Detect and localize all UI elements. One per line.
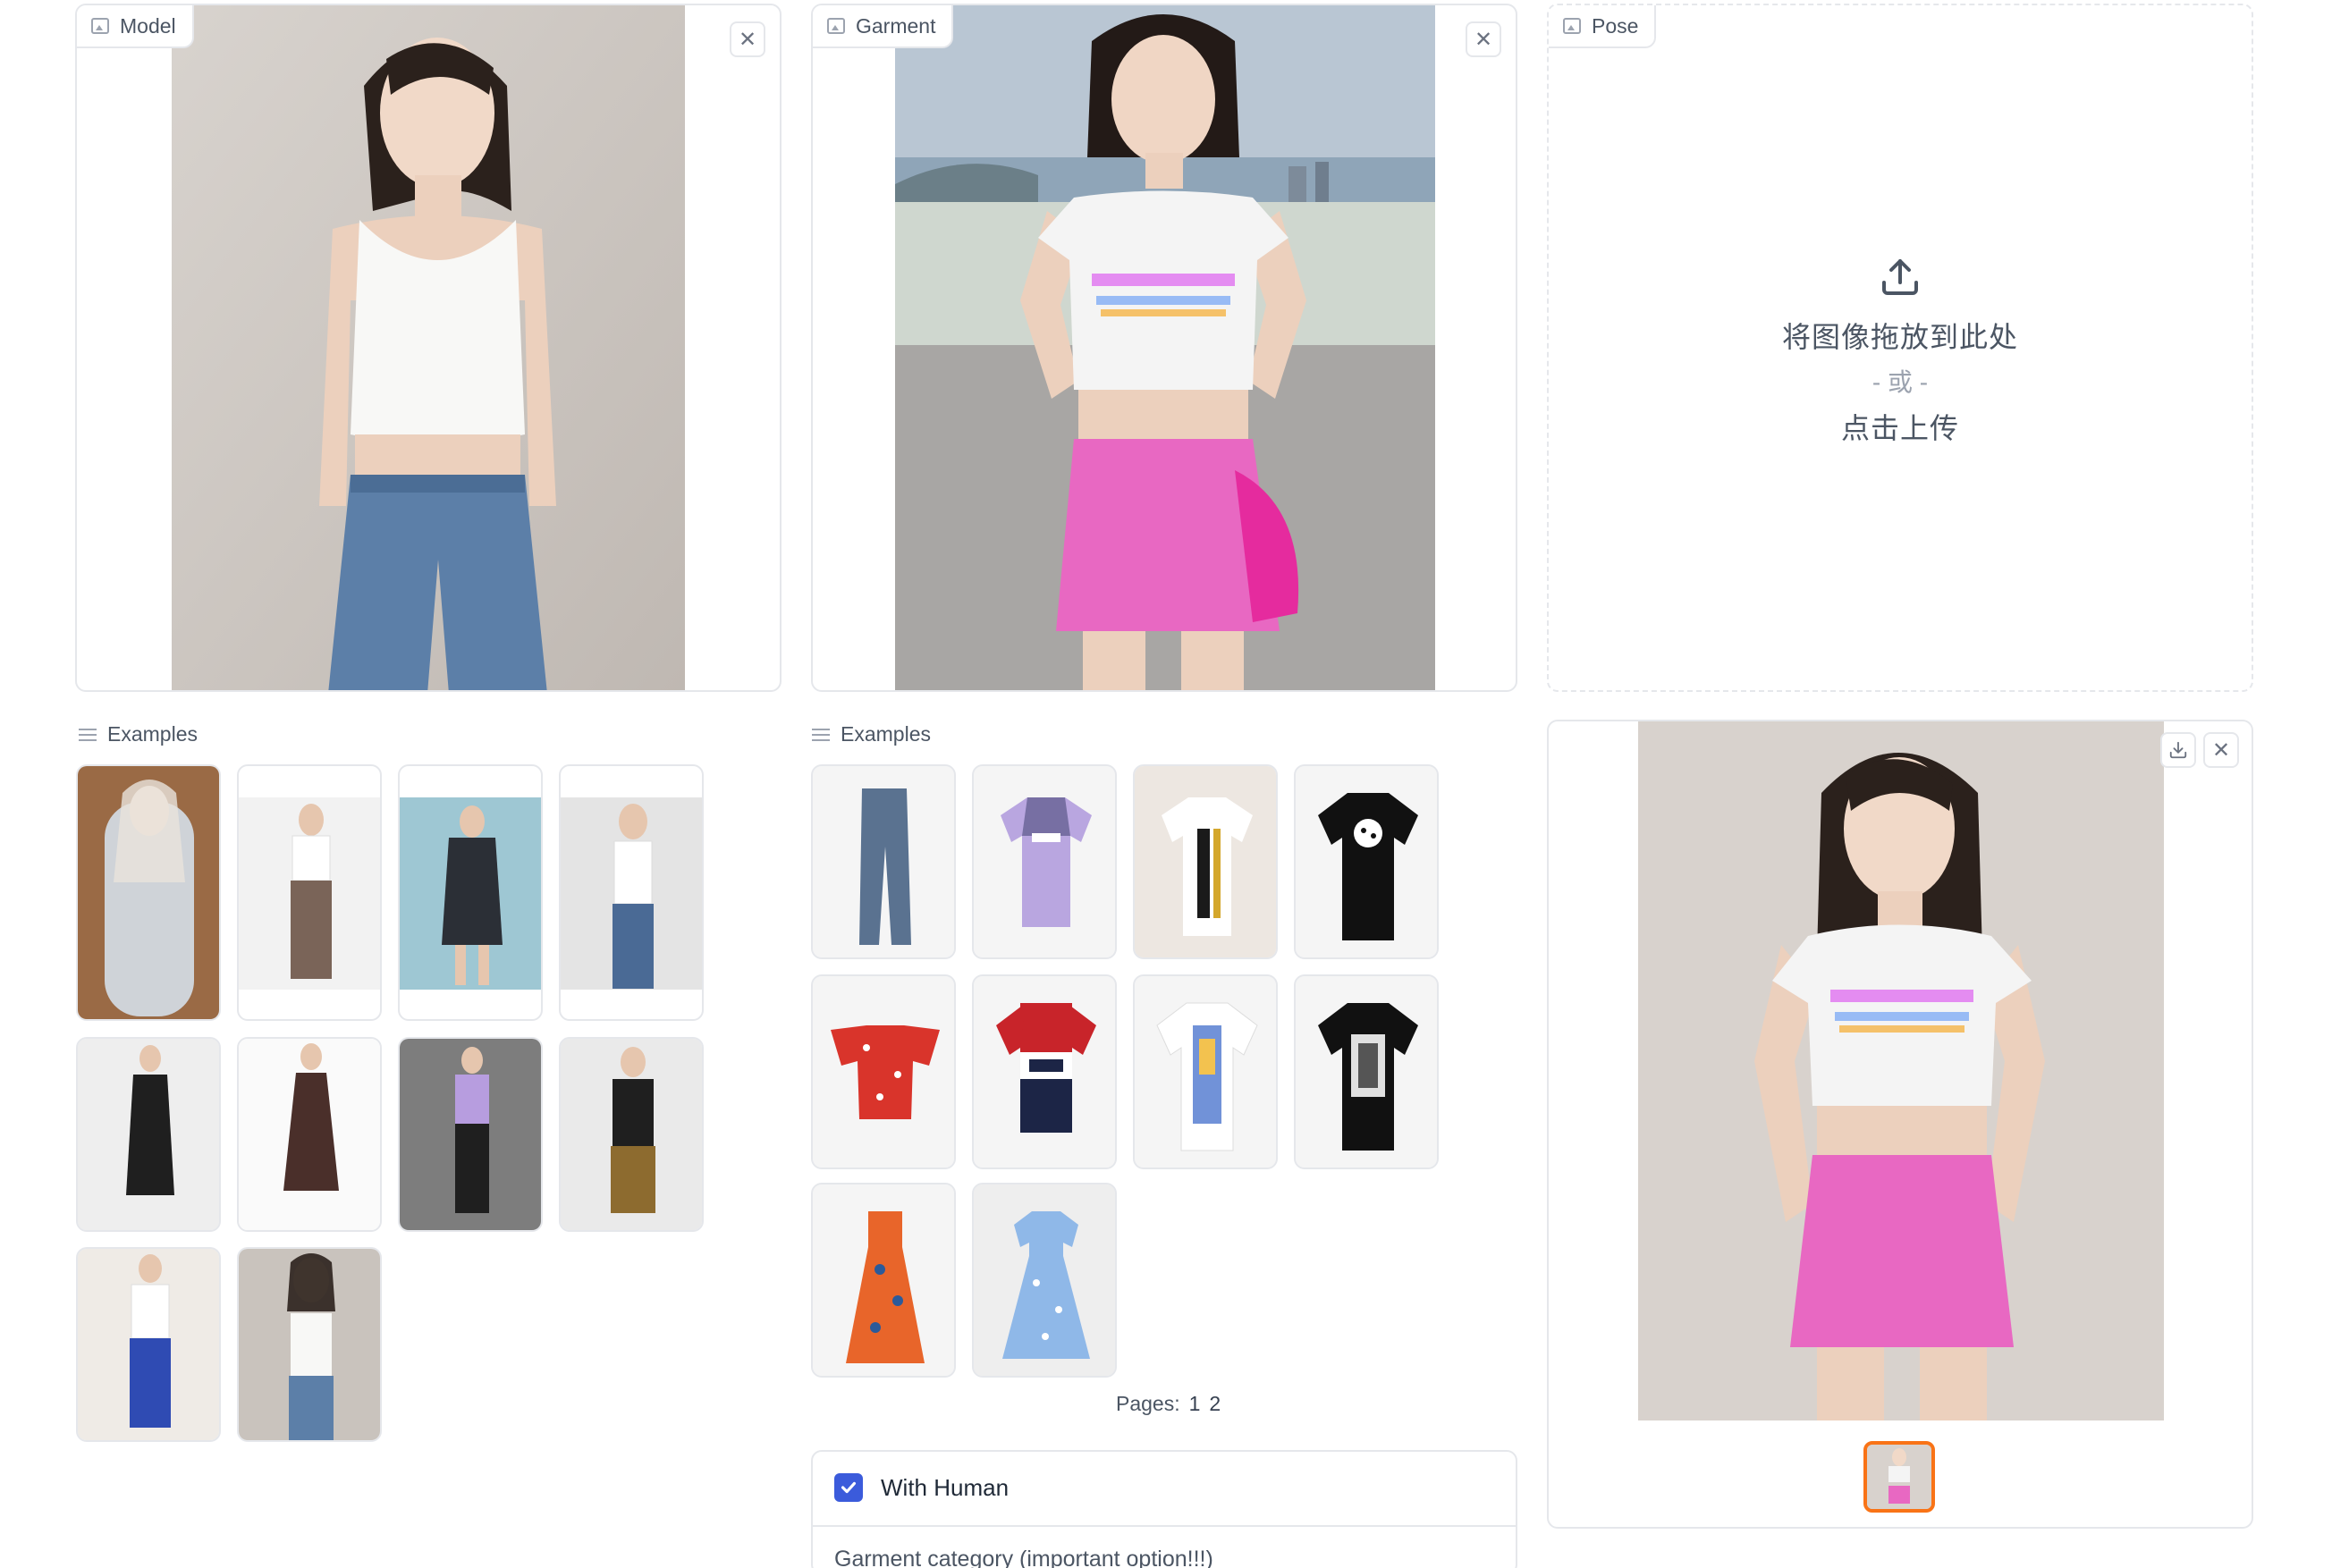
close-icon[interactable]: ✕ <box>2203 732 2239 768</box>
close-icon[interactable]: ✕ <box>730 21 765 57</box>
list-icon <box>812 728 830 742</box>
garment-example-thumb[interactable] <box>811 974 956 1169</box>
list-icon <box>79 728 97 742</box>
model-example-thumb[interactable] <box>398 764 543 1021</box>
model-image-panel[interactable]: Model ✕ <box>75 4 782 692</box>
garment-examples-header: Examples <box>812 722 931 746</box>
model-example-thumb[interactable] <box>237 1247 382 1442</box>
garment-example-thumb[interactable] <box>1133 974 1278 1169</box>
output-result-image <box>1638 721 2164 1420</box>
model-example-thumb[interactable] <box>76 764 221 1021</box>
garment-example-thumb[interactable] <box>972 974 1117 1169</box>
model-examples-header: Examples <box>79 722 198 746</box>
pose-label-tag: Pose <box>1549 5 1657 48</box>
garment-example-thumb[interactable] <box>811 1183 956 1378</box>
upload-icon <box>1879 256 1922 299</box>
model-example-thumb[interactable] <box>559 1037 704 1232</box>
garment-pagination: Pages: 1 2 <box>1116 1392 1221 1416</box>
model-examples-title: Examples <box>107 722 198 746</box>
output-thumbnail-selected[interactable] <box>1863 1441 1935 1513</box>
image-icon <box>91 18 109 34</box>
model-example-thumb[interactable] <box>76 1247 221 1442</box>
model-example-thumb[interactable] <box>237 764 382 1021</box>
garment-category-label: Garment category (important option!!!) <box>834 1547 1213 1568</box>
options-panel: With Human Garment category (important o… <box>811 1450 1517 1568</box>
pages-label: Pages: <box>1116 1392 1180 1415</box>
close-icon[interactable]: ✕ <box>1466 21 1501 57</box>
page-2-link[interactable]: 2 <box>1209 1392 1221 1416</box>
upload-drop-text: 将图像拖放到此处 <box>1781 321 2018 353</box>
upload-or-text: - 或 - <box>1872 368 1929 396</box>
model-example-thumb[interactable] <box>76 1037 221 1232</box>
model-example-thumb[interactable] <box>398 1037 543 1232</box>
garment-example-thumb[interactable] <box>972 1183 1117 1378</box>
with-human-checkbox[interactable] <box>834 1473 863 1502</box>
model-photo <box>172 5 685 690</box>
model-label: Model <box>120 13 176 38</box>
garment-examples-title: Examples <box>841 722 931 746</box>
pose-label: Pose <box>1592 13 1639 38</box>
image-icon <box>1563 18 1581 34</box>
garment-example-thumb[interactable] <box>1294 974 1439 1169</box>
garment-image-panel[interactable]: Garment ✕ <box>811 4 1517 692</box>
output-gallery-panel: ✕ <box>1547 720 2253 1529</box>
garment-example-thumb[interactable] <box>1133 764 1278 959</box>
with-human-label: With Human <box>881 1473 1010 1501</box>
image-icon <box>827 18 845 34</box>
garment-photo <box>895 5 1435 690</box>
garment-example-thumb[interactable] <box>1294 764 1439 959</box>
with-human-row[interactable]: With Human <box>834 1473 1009 1502</box>
garment-example-thumb[interactable] <box>972 764 1117 959</box>
upload-dropzone[interactable]: 将图像拖放到此处 - 或 - 点击上传 <box>1549 256 2252 447</box>
page-1-link[interactable]: 1 <box>1189 1392 1201 1416</box>
model-example-thumb[interactable] <box>559 764 704 1021</box>
download-icon[interactable] <box>2160 732 2196 768</box>
model-label-tag: Model <box>77 5 194 48</box>
garment-example-thumb[interactable] <box>811 764 956 959</box>
garment-label-tag: Garment <box>813 5 954 48</box>
upload-click-text: 点击上传 <box>1840 412 1959 444</box>
garment-label: Garment <box>856 13 936 38</box>
model-example-thumb[interactable] <box>237 1037 382 1232</box>
pose-upload-panel[interactable]: Pose 将图像拖放到此处 - 或 - 点击上传 <box>1547 4 2253 692</box>
